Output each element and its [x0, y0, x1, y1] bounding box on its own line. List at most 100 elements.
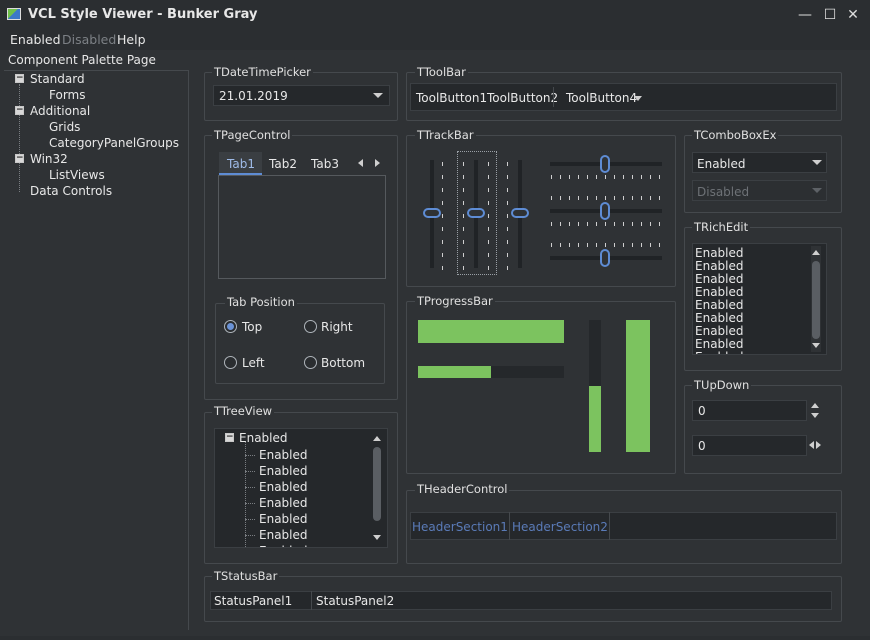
treeview[interactable]: Enabled Enabled Enabled Enabled Enabled Enabl…: [214, 428, 388, 548]
maximize-button[interactable]: ☐: [821, 6, 839, 24]
tick-mark: [569, 222, 570, 226]
richedit-scroll-thumb[interactable]: [812, 261, 820, 339]
treeview-item[interactable]: Enabled: [259, 464, 308, 478]
tick-mark: [587, 243, 588, 247]
tick-mark: [507, 201, 508, 205]
tick-mark: [632, 196, 633, 200]
tree-item-win32[interactable]: Win32: [30, 152, 68, 166]
chevron-down-icon[interactable]: [373, 93, 383, 98]
spin-right-icon[interactable]: [816, 441, 821, 449]
trackbar-thumb[interactable]: [467, 208, 485, 218]
tab-2[interactable]: Tab2: [269, 157, 297, 171]
updown-edit-1[interactable]: [692, 400, 807, 421]
treeview-item[interactable]: Enabled: [259, 544, 308, 547]
tick-mark: [614, 175, 615, 179]
tick-mark: [614, 222, 615, 226]
tick-mark: [641, 222, 642, 226]
tick-mark: [442, 162, 443, 166]
tree-item-listviews[interactable]: ListViews: [49, 168, 105, 182]
tick-mark: [488, 201, 489, 205]
toolbutton-4[interactable]: ToolButton4: [566, 91, 637, 105]
tree-item-additional[interactable]: Additional: [30, 104, 90, 118]
tick-mark: [614, 243, 615, 247]
scroll-down-icon[interactable]: [373, 535, 381, 540]
richedit[interactable]: Enabled Enabled Enabled Enabled Enabled Enabl…: [692, 243, 827, 355]
chevron-left-icon[interactable]: [358, 159, 363, 167]
menu-enabled[interactable]: Enabled: [10, 32, 61, 47]
treeview-item[interactable]: Enabled: [259, 448, 308, 462]
treeview-item[interactable]: Enabled: [259, 528, 308, 542]
chevron-right-icon[interactable]: [375, 159, 380, 167]
toolbutton-1[interactable]: ToolButton1: [416, 91, 487, 105]
tick-mark: [560, 243, 561, 247]
tick-mark: [650, 196, 651, 200]
tick-mark: [623, 196, 624, 200]
tree-item-categorypanelgroups[interactable]: CategoryPanelGroups: [49, 136, 179, 150]
expander-standard[interactable]: −: [15, 74, 24, 83]
expander-win32[interactable]: −: [15, 154, 24, 163]
minimize-button[interactable]: —: [796, 6, 814, 24]
scroll-down-icon[interactable]: [812, 343, 820, 348]
tick-mark: [442, 266, 443, 270]
tick-mark: [463, 240, 464, 244]
treeview-expander[interactable]: −: [225, 433, 234, 442]
spin-up-icon[interactable]: [811, 403, 819, 408]
radio-left[interactable]: [224, 356, 237, 369]
tick-mark: [632, 175, 633, 179]
status-divider: [311, 591, 312, 610]
tick-mark: [507, 175, 508, 179]
tick-mark: [641, 175, 642, 179]
tick-mark: [605, 196, 606, 200]
tree-line: [19, 84, 20, 192]
menu-disabled[interactable]: Disabled: [62, 32, 116, 47]
trackbar-thumb[interactable]: [600, 202, 610, 220]
tree-item-data-controls[interactable]: Data Controls: [30, 184, 112, 198]
spin-left-icon[interactable]: [809, 441, 814, 449]
treeview-item[interactable]: Enabled: [259, 496, 308, 510]
tree-line: [245, 441, 246, 547]
treeview-scroll-thumb[interactable]: [373, 447, 381, 521]
chevron-down-icon[interactable]: [634, 96, 642, 101]
scroll-up-icon[interactable]: [812, 250, 820, 255]
tick-mark: [614, 196, 615, 200]
tick-mark: [442, 188, 443, 192]
tree-connector: [245, 487, 255, 488]
treeview-root[interactable]: Enabled: [239, 431, 288, 445]
menu-help[interactable]: Help: [117, 32, 146, 47]
trackbar-thumb[interactable]: [600, 155, 610, 173]
radio-bottom-label: Bottom: [321, 356, 366, 370]
treeview-item[interactable]: Enabled: [259, 512, 308, 526]
trackbar-thumb[interactable]: [511, 208, 529, 218]
tick-mark: [623, 175, 624, 179]
tick-mark: [551, 243, 552, 247]
tabposition-label: Tab Position: [225, 295, 297, 309]
radio-right[interactable]: [304, 320, 317, 333]
tick-mark: [650, 222, 651, 226]
tick-mark: [551, 222, 552, 226]
status-bar: [210, 591, 832, 610]
spin-down-icon[interactable]: [811, 413, 819, 418]
tick-mark: [623, 243, 624, 247]
tick-mark: [488, 162, 489, 166]
trackbar-thumb[interactable]: [600, 249, 610, 267]
trackbar-thumb[interactable]: [423, 208, 441, 218]
updown-edit-2[interactable]: [692, 435, 807, 456]
tree-item-standard[interactable]: Standard: [30, 72, 85, 86]
radio-bottom[interactable]: [304, 356, 317, 369]
close-button[interactable]: ✕: [844, 6, 862, 24]
toolbutton-2[interactable]: ToolButton2: [487, 91, 558, 105]
radio-top[interactable]: [224, 320, 237, 333]
window-title: VCL Style Viewer - Bunker Gray: [28, 7, 258, 22]
treeview-item[interactable]: Enabled: [259, 480, 308, 494]
tab-page: [218, 175, 386, 279]
tick-mark: [463, 188, 464, 192]
tab-3[interactable]: Tab3: [311, 157, 339, 171]
tree-item-forms[interactable]: Forms: [49, 88, 85, 102]
tree-item-grids[interactable]: Grids: [49, 120, 80, 134]
expander-additional[interactable]: −: [15, 106, 24, 115]
tick-mark: [442, 227, 443, 231]
palette-title: Component Palette Page: [8, 53, 156, 67]
chevron-down-icon[interactable]: [812, 160, 822, 165]
combobox-enabled-value: Enabled: [697, 157, 746, 171]
scroll-up-icon[interactable]: [373, 436, 381, 441]
